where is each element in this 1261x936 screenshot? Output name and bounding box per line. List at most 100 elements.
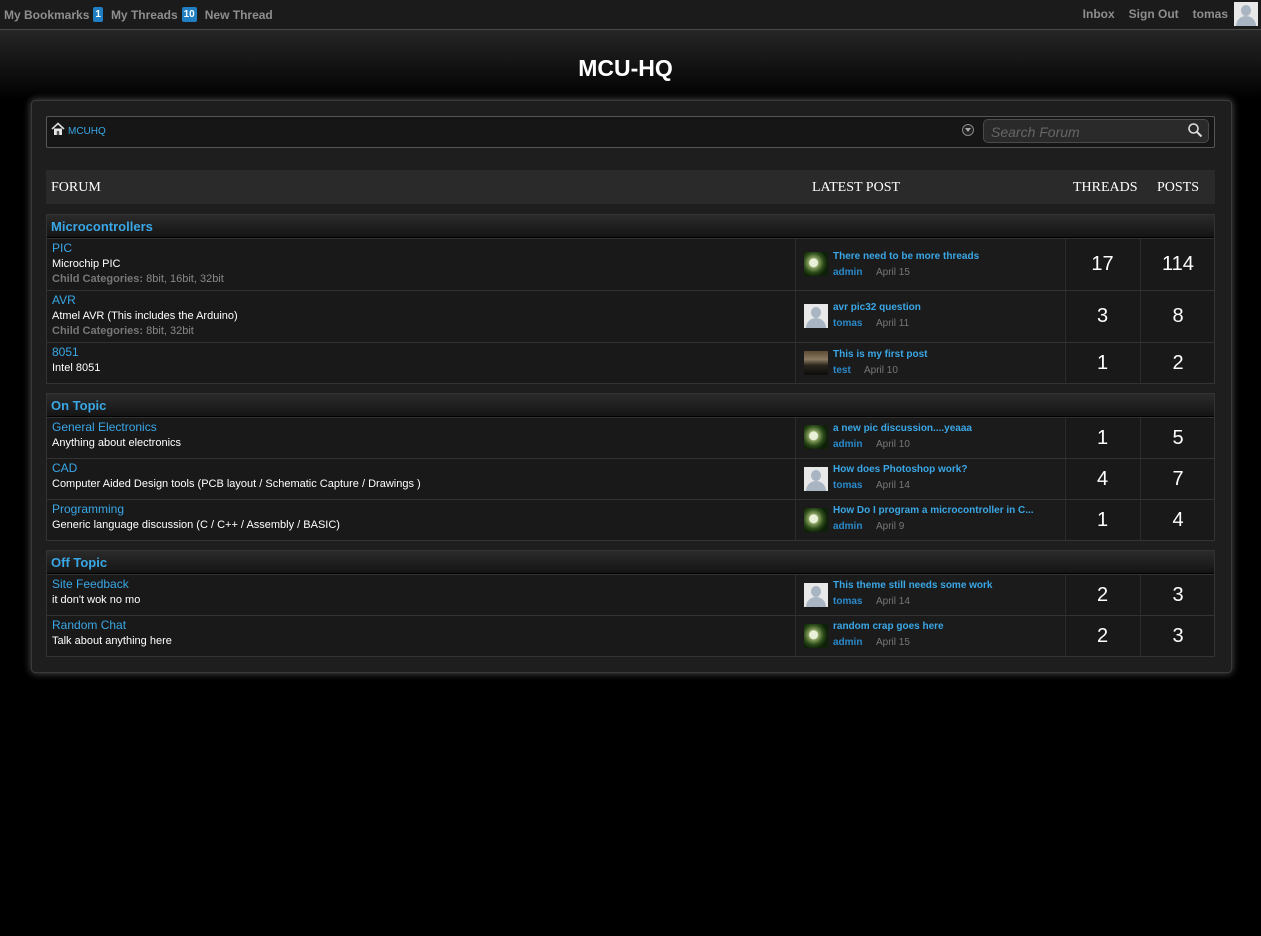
new-thread-link[interactable]: New Thread (205, 8, 273, 22)
child-categories-list[interactable]: 8bit, 32bit (146, 325, 194, 337)
post-count: 4 (1140, 500, 1215, 540)
my-bookmarks-link[interactable]: My Bookmarks (4, 8, 89, 22)
latest-post: How Do I program a microcontroller in C.… (795, 500, 1064, 540)
section-title[interactable]: On Topic (51, 398, 106, 413)
breadcrumb-home[interactable]: MCUHQ (68, 126, 106, 137)
latest-post-date: April 10 (876, 439, 910, 450)
forum-description: Microchip PIC (52, 258, 121, 270)
forum-description: Atmel AVR (This includes the Arduino) (52, 310, 238, 322)
section-title[interactable]: Off Topic (51, 555, 107, 570)
latest-post-author[interactable]: admin (833, 267, 862, 278)
section-header: Microcontrollers (47, 215, 1214, 238)
forum-panel: MCUHQ FORUM LATEST POST THREADS POSTS Mi… (31, 100, 1232, 673)
latest-post: There need to be more threads admin Apri… (795, 239, 1064, 290)
latest-post-author[interactable]: admin (833, 637, 862, 648)
column-latest-post: LATEST POST (812, 180, 901, 195)
avatar[interactable] (804, 351, 828, 375)
top-bar-right: Inbox Sign Out tomas (1083, 0, 1261, 27)
forum-name[interactable]: PIC (52, 241, 224, 256)
search-box (983, 119, 1209, 143)
forum-row-random-chat: Random Chat Talk about anything here ran… (47, 615, 1214, 656)
latest-post: avr pic32 question tomas April 11 (795, 291, 1064, 342)
forum-description: Computer Aided Design tools (PCB layout … (52, 478, 421, 490)
thread-count: 3 (1065, 291, 1139, 342)
column-threads: THREADS (1073, 180, 1138, 195)
latest-post: random crap goes here admin April 15 (795, 616, 1064, 656)
latest-post-title[interactable]: a new pic discussion....yeaaa (833, 423, 1055, 434)
search-icon[interactable] (1187, 122, 1203, 138)
site-title[interactable]: MCU-HQ (0, 55, 1251, 82)
avatar[interactable] (804, 425, 828, 449)
child-categories: Child Categories: 8bit, 32bit (52, 324, 238, 339)
avatar[interactable] (804, 252, 828, 276)
forum-name[interactable]: AVR (52, 293, 238, 308)
latest-post-title[interactable]: random crap goes here (833, 621, 1055, 632)
post-count: 7 (1140, 459, 1215, 499)
post-count: 5 (1140, 418, 1215, 458)
latest-post-title[interactable]: How Do I program a microcontroller in C.… (833, 505, 1055, 516)
post-count: 3 (1140, 616, 1215, 656)
avatar[interactable] (804, 508, 828, 532)
forum-row-site-feedback: Site Feedback it don't wok no mo This th… (47, 574, 1214, 615)
post-count: 8 (1140, 291, 1215, 342)
search-input[interactable] (989, 122, 1183, 141)
section-header: Off Topic (47, 551, 1214, 574)
breadcrumb-bar: MCUHQ (46, 116, 1215, 148)
avatar[interactable] (804, 583, 828, 607)
latest-post-author[interactable]: test (833, 365, 851, 376)
latest-post-date: April 14 (876, 480, 910, 491)
username-link[interactable]: tomas (1193, 7, 1228, 21)
latest-post-date: April 15 (876, 267, 910, 278)
forum-row-pic: PIC Microchip PIC Child Categories: 8bit… (47, 238, 1214, 290)
latest-post: This theme still needs some work tomas A… (795, 575, 1064, 615)
latest-post-author[interactable]: tomas (833, 480, 862, 491)
forum-row-programming: Programming Generic language discussion … (47, 499, 1214, 540)
latest-post-author[interactable]: tomas (833, 596, 862, 607)
post-count: 2 (1140, 343, 1215, 383)
top-bar-left: My Bookmarks 1 My Threads 10 New Thread (4, 7, 277, 22)
forum-name[interactable]: 8051 (52, 345, 100, 360)
latest-post-title[interactable]: This theme still needs some work (833, 580, 1055, 591)
sign-out-link[interactable]: Sign Out (1129, 7, 1179, 21)
section-off-topic: Off Topic Site Feedback it don't wok no … (46, 550, 1215, 657)
forum-row-8051: 8051 Intel 8051 This is my first post te… (47, 342, 1214, 383)
forum-row-cad: CAD Computer Aided Design tools (PCB lay… (47, 458, 1214, 499)
latest-post-title[interactable]: avr pic32 question (833, 302, 1055, 313)
forum-description: Anything about electronics (52, 437, 182, 449)
avatar[interactable] (804, 467, 828, 491)
column-posts: POSTS (1157, 180, 1200, 195)
home-icon[interactable] (51, 122, 65, 136)
forum-description: Intel 8051 (52, 362, 101, 374)
latest-post-author[interactable]: admin (833, 439, 862, 450)
forum-name[interactable]: Programming (52, 502, 340, 517)
latest-post-date: April 15 (876, 637, 910, 648)
avatar[interactable] (804, 624, 828, 648)
forum-name[interactable]: Random Chat (52, 618, 172, 633)
latest-post: This is my first post test April 10 (795, 343, 1064, 383)
avatar[interactable] (804, 304, 828, 328)
child-categories-label: Child Categories: (52, 273, 144, 285)
section-microcontrollers: Microcontrollers PIC Microchip PIC Child… (46, 214, 1215, 384)
chevron-down-icon[interactable] (962, 124, 974, 136)
latest-post-title[interactable]: How does Photoshop work? (833, 464, 1055, 475)
child-categories-list[interactable]: 8bit, 16bit, 32bit (146, 273, 224, 285)
forum-description: Talk about anything here (52, 635, 172, 647)
latest-post: a new pic discussion....yeaaa admin Apri… (795, 418, 1064, 458)
child-categories: Child Categories: 8bit, 16bit, 32bit (52, 272, 224, 287)
forum-name[interactable]: CAD (52, 461, 421, 476)
forum-name[interactable]: Site Feedback (52, 577, 140, 592)
top-bar: My Bookmarks 1 My Threads 10 New Thread … (0, 0, 1261, 30)
forum-name[interactable]: General Electronics (52, 420, 181, 435)
latest-post-author[interactable]: admin (833, 521, 862, 532)
section-header: On Topic (47, 394, 1214, 417)
my-threads-link[interactable]: My Threads (111, 8, 178, 22)
thread-count: 2 (1065, 616, 1139, 656)
forum-row-general-electronics: General Electronics Anything about elect… (47, 417, 1214, 458)
inbox-link[interactable]: Inbox (1083, 7, 1115, 21)
latest-post-author[interactable]: tomas (833, 318, 862, 329)
section-title[interactable]: Microcontrollers (51, 219, 153, 234)
latest-post-title[interactable]: There need to be more threads (833, 251, 1055, 262)
user-avatar[interactable] (1234, 1, 1258, 26)
thread-count: 4 (1065, 459, 1139, 499)
latest-post-title[interactable]: This is my first post (833, 349, 1055, 360)
